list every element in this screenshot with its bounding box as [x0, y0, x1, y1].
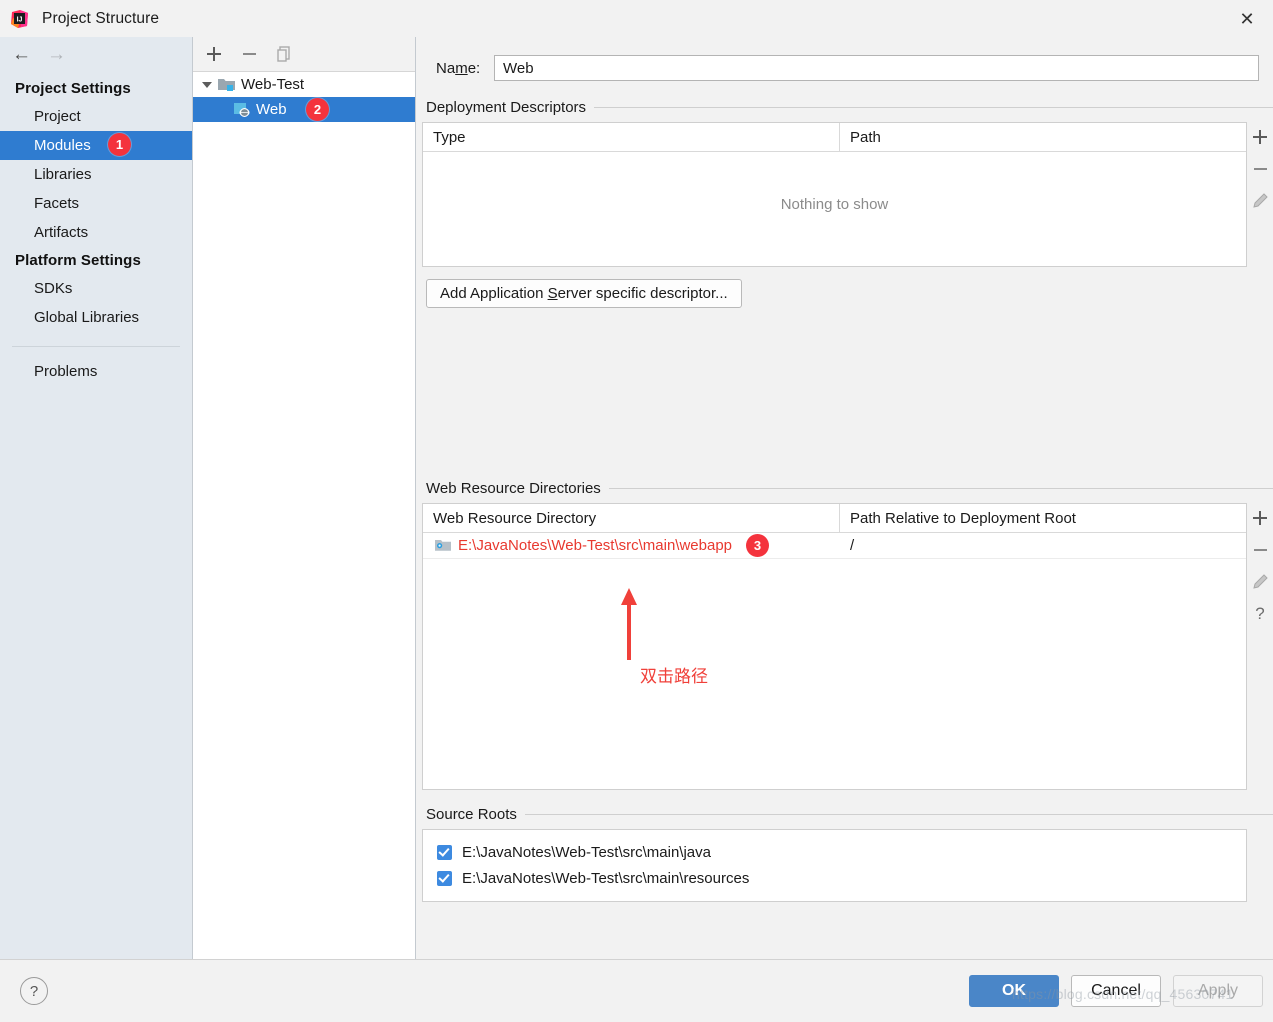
help-web-resource-button[interactable]: ? — [1251, 605, 1269, 623]
web-resource-directories-toolbar: ? — [1247, 503, 1273, 790]
tree-node-web[interactable]: Web 2 — [193, 97, 415, 122]
add-web-resource-button[interactable] — [1251, 509, 1269, 527]
table-header-row: Web Resource Directory Path Relative to … — [423, 504, 1246, 533]
sidebar-group-platform-settings: Platform Settings — [15, 252, 141, 269]
forward-arrow-icon[interactable]: → — [47, 45, 66, 64]
deployment-descriptors-toolbar — [1247, 122, 1273, 267]
chevron-down-icon[interactable] — [200, 78, 214, 92]
module-name-input[interactable] — [494, 55, 1259, 81]
sidebar-item-modules-label: Modules — [34, 137, 91, 154]
project-structure-dialog: IJ Project Structure ✕ ← → Project Setti… — [0, 0, 1273, 1022]
module-name-label: Name: — [436, 59, 481, 77]
annotation-arrow-icon — [620, 588, 638, 660]
module-settings-content: Name: Deployment Descriptors Type Path N… — [416, 37, 1273, 959]
watermark-text: https://blog.csdn.net/qq_45630741 — [1012, 986, 1234, 1002]
web-resource-directories-table-wrap: Web Resource Directory Path Relative to … — [422, 503, 1273, 790]
edit-web-resource-button[interactable] — [1251, 573, 1269, 591]
tree-node-web-test[interactable]: Web-Test — [193, 72, 415, 97]
source-roots-header: Source Roots — [426, 806, 1273, 823]
window-title: Project Structure — [42, 9, 160, 27]
web-facet-icon — [233, 102, 250, 117]
add-descriptor-button[interactable] — [1251, 128, 1269, 146]
deployment-descriptors-table-wrap: Type Path Nothing to show — [422, 122, 1273, 267]
module-tree-panel: Web-Test Web 2 — [193, 37, 416, 959]
callout-badge-2: 2 — [306, 98, 329, 121]
web-resource-directories-header: Web Resource Directories — [426, 480, 1273, 497]
module-tree: Web-Test Web 2 — [193, 71, 415, 959]
table-body: E:\JavaNotes\Web-Test\src\main\webapp 3 … — [423, 533, 1246, 789]
section-divider — [594, 107, 1273, 108]
dialog-body: ← → Project Settings Project Modules 1 L… — [0, 37, 1273, 959]
table-header-row: Type Path — [423, 123, 1246, 152]
list-item[interactable]: E:\JavaNotes\Web-Test\src\main\resources — [423, 865, 1246, 891]
section-divider — [524, 814, 1273, 815]
edit-descriptor-button[interactable] — [1251, 192, 1269, 210]
sidebar-navigation: ← → — [0, 37, 192, 72]
web-resource-directory-path: E:\JavaNotes\Web-Test\src\main\webapp — [458, 537, 733, 554]
close-icon[interactable]: ✕ — [1221, 0, 1273, 37]
web-resource-directories-table: Web Resource Directory Path Relative to … — [422, 503, 1247, 790]
column-header-path[interactable]: Path — [840, 123, 1246, 151]
sidebar-item-artifacts[interactable]: Artifacts — [0, 218, 192, 247]
remove-module-button[interactable] — [240, 45, 258, 63]
callout-badge-1: 1 — [108, 133, 131, 156]
annotation-note: 双击路径 — [640, 667, 708, 686]
callout-badge-3: 3 — [746, 534, 770, 557]
web-resource-directory-cell[interactable]: E:\JavaNotes\Web-Test\src\main\webapp 3 — [423, 534, 840, 557]
sidebar-item-libraries[interactable]: Libraries — [0, 160, 192, 189]
deployment-descriptors-title: Deployment Descriptors — [426, 99, 587, 116]
relative-path-cell[interactable]: / — [840, 537, 1246, 554]
source-roots-list: E:\JavaNotes\Web-Test\src\main\java E:\J… — [422, 829, 1247, 902]
module-tree-toolbar — [193, 37, 415, 71]
remove-web-resource-button[interactable] — [1251, 541, 1269, 559]
sidebar-divider — [12, 346, 180, 347]
deployment-descriptors-table: Type Path Nothing to show — [422, 122, 1247, 267]
sidebar-group-project-settings: Project Settings — [15, 80, 131, 97]
title-bar: IJ Project Structure ✕ — [0, 0, 1273, 37]
column-header-web-resource-directory[interactable]: Web Resource Directory — [423, 504, 840, 532]
help-icon[interactable]: ? — [20, 977, 48, 1005]
module-folder-icon — [218, 77, 235, 92]
add-application-server-descriptor-button[interactable]: Add Application Server specific descript… — [426, 279, 742, 308]
column-header-type[interactable]: Type — [423, 123, 840, 151]
module-name-row: Name: — [436, 55, 1259, 81]
intellij-idea-icon: IJ — [10, 9, 30, 29]
deployment-descriptors-header: Deployment Descriptors — [426, 99, 1273, 116]
sidebar-item-sdks[interactable]: SDKs — [0, 274, 192, 303]
table-body: Nothing to show — [423, 152, 1246, 266]
source-roots-title: Source Roots — [426, 806, 517, 823]
source-root-label: E:\JavaNotes\Web-Test\src\main\resources — [462, 869, 750, 887]
add-module-button[interactable] — [205, 45, 223, 63]
list-item[interactable]: E:\JavaNotes\Web-Test\src\main\java — [423, 839, 1246, 865]
sidebar-item-modules[interactable]: Modules 1 — [0, 131, 192, 160]
table-row[interactable]: E:\JavaNotes\Web-Test\src\main\webapp 3 … — [423, 533, 1246, 559]
source-root-checkbox[interactable] — [437, 844, 452, 860]
sidebar-item-facets[interactable]: Facets — [0, 189, 192, 218]
column-header-path-relative[interactable]: Path Relative to Deployment Root — [840, 504, 1246, 532]
sidebar-item-problems[interactable]: Problems — [0, 357, 192, 386]
sidebar-item-global-libraries[interactable]: Global Libraries — [0, 303, 192, 332]
svg-text:IJ: IJ — [17, 16, 23, 23]
source-root-checkbox[interactable] — [437, 870, 452, 886]
sidebar-list: Project Settings Project Modules 1 Libra… — [0, 72, 192, 386]
source-root-label: E:\JavaNotes\Web-Test\src\main\java — [462, 843, 711, 861]
back-arrow-icon[interactable]: ← — [12, 45, 31, 64]
sidebar-item-project[interactable]: Project — [0, 102, 192, 131]
web-resource-directories-title: Web Resource Directories — [426, 480, 601, 497]
empty-table-message: Nothing to show — [780, 196, 889, 213]
copy-module-button[interactable] — [275, 45, 293, 63]
web-resource-folder-icon — [435, 538, 452, 553]
add-descriptor-button-row: Add Application Server specific descript… — [426, 279, 1273, 308]
remove-descriptor-button[interactable] — [1251, 160, 1269, 178]
tree-node-web-label: Web — [256, 101, 287, 118]
settings-sidebar: ← → Project Settings Project Modules 1 L… — [0, 37, 193, 959]
section-divider — [608, 488, 1273, 489]
tree-node-web-test-label: Web-Test — [241, 76, 305, 93]
